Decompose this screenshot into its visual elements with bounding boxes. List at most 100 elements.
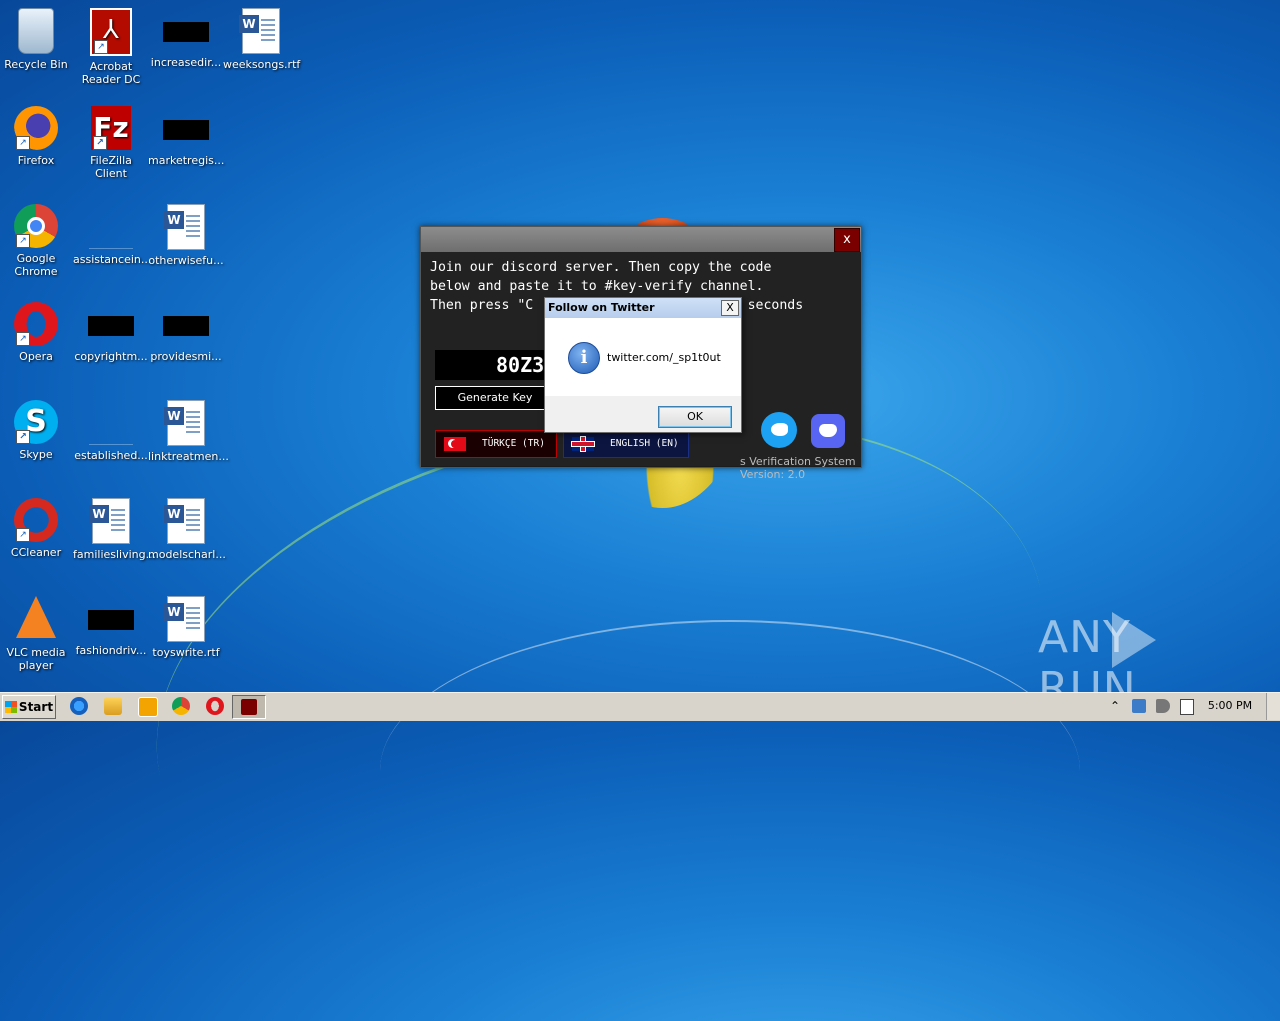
desktop-icon-label: linktreatmen... xyxy=(148,450,229,463)
desktop-icon-word-doc[interactable]: W modelscharl... xyxy=(148,498,226,561)
start-button[interactable]: Start xyxy=(2,695,56,719)
desktop-icon-recycle-bin[interactable]: Recycle Bin xyxy=(0,8,74,71)
desktop-icon-firefox[interactable]: ↗ Firefox xyxy=(0,106,74,167)
dialog-message: twitter.com/_sp1t0ut xyxy=(607,351,721,364)
desktop-icon-label: Google Chrome xyxy=(14,252,58,278)
uk-flag-icon xyxy=(572,437,594,451)
desktop-icon-file[interactable]: marketregis... xyxy=(148,106,224,167)
running-app-button[interactable] xyxy=(232,695,266,719)
window-titlebar[interactable]: x xyxy=(421,227,861,252)
action-center-flag-icon[interactable] xyxy=(1180,699,1194,715)
desktop-icon-label: VLC media player xyxy=(6,646,66,672)
ok-button[interactable]: OK xyxy=(658,406,732,428)
file-icon xyxy=(163,120,209,140)
media-player-icon[interactable] xyxy=(138,697,158,717)
desktop-icon-file[interactable]: increasedir... xyxy=(148,8,224,69)
generate-key-button[interactable]: Generate Key xyxy=(435,386,555,410)
desktop-icon-label: FileZilla Client xyxy=(90,154,132,180)
discord-icon[interactable] xyxy=(811,414,845,448)
language-turkish-button[interactable]: TÜRKÇE (TR) xyxy=(435,430,557,458)
system-info: s Verification System Version: 2.0 xyxy=(740,455,860,481)
desktop-icon-label: increasedir... xyxy=(150,56,222,69)
show-hidden-icons-arrow[interactable]: ⌃ xyxy=(1110,699,1124,713)
desktop-icon-label: CCleaner xyxy=(10,546,62,559)
desktop-icon-label: Recycle Bin xyxy=(4,58,68,71)
desktop-icon-word-doc[interactable]: W otherwisefu... xyxy=(148,204,224,267)
desktop-icon-acrobat-reader[interactable]: ⅄ ↗ Acrobat Reader DC xyxy=(73,8,149,86)
language-english-button[interactable]: ENGLISH (EN) xyxy=(563,430,689,458)
file-icon xyxy=(88,316,134,336)
file-icon xyxy=(89,414,133,445)
window-close-button[interactable]: x xyxy=(834,228,860,252)
file-explorer-icon[interactable] xyxy=(104,697,122,715)
taskbar-clock[interactable]: 5:00 PM xyxy=(1204,695,1256,717)
desktop-icon-label: Opera xyxy=(19,350,53,363)
wallpaper-swoosh-light xyxy=(380,620,1080,922)
desktop-icon-label: otherwisefu... xyxy=(148,254,224,267)
desktop-icon-file[interactable]: providesmi... xyxy=(148,302,224,363)
follow-twitter-dialog: Follow on Twitter X i twitter.com/_sp1t0… xyxy=(544,297,742,433)
turkey-flag-icon xyxy=(444,437,466,451)
desktop-icon-label: Acrobat Reader DC xyxy=(81,60,141,86)
desktop-icon-word-doc[interactable]: W linktreatmen... xyxy=(148,400,229,463)
dialog-close-button[interactable]: X xyxy=(721,300,739,316)
opera-icon: ↗ xyxy=(14,302,58,346)
network-icon[interactable] xyxy=(1132,699,1146,713)
desktop-icon-label: toyswrite.rtf xyxy=(152,646,220,659)
desktop-icon-ccleaner[interactable]: ↗ CCleaner xyxy=(0,498,74,559)
desktop-icon-label: marketregis... xyxy=(148,154,225,167)
vlc-cone-icon xyxy=(16,596,56,638)
twitter-icon[interactable] xyxy=(761,412,797,448)
desktop-icon-label: fashiondriv... xyxy=(75,644,147,657)
desktop-icon-google-chrome[interactable]: ↗ Google Chrome xyxy=(0,204,74,278)
acrobat-icon: ⅄ ↗ xyxy=(90,8,132,56)
dialog-title: Follow on Twitter xyxy=(548,301,655,314)
desktop-icon-word-doc[interactable]: W toyswrite.rtf xyxy=(148,596,224,659)
word-document-icon: W xyxy=(89,498,130,544)
volume-icon[interactable] xyxy=(1156,699,1170,713)
desktop-icon-filezilla[interactable]: Fz ↗ FileZilla Client xyxy=(73,106,149,180)
word-document-icon: W xyxy=(164,400,205,446)
file-icon xyxy=(88,610,134,630)
desktop-icon-label: Skype xyxy=(19,448,53,461)
desktop-icon-word-doc[interactable]: W familiesliving... xyxy=(73,498,156,561)
filezilla-icon: Fz ↗ xyxy=(91,106,131,150)
desktop-icon-opera[interactable]: ↗ Opera xyxy=(0,302,74,363)
word-document-icon: W xyxy=(164,204,205,250)
dialog-titlebar[interactable]: Follow on Twitter X xyxy=(545,298,741,318)
chrome-taskbar-icon[interactable] xyxy=(172,697,190,715)
watermark-play-icon xyxy=(1112,612,1156,668)
desktop-icon-label: familiesliving... xyxy=(73,548,157,561)
desktop-icon-label: assistancein... xyxy=(73,253,152,266)
system-tray: ⌃ xyxy=(1106,695,1196,717)
ccleaner-icon: ↗ xyxy=(14,498,58,542)
desktop-icon-file[interactable]: fashiondriv... xyxy=(73,596,149,657)
desktop-icon-label: Firefox xyxy=(17,154,55,167)
desktop-icon-label: providesmi... xyxy=(150,350,222,363)
desktop-icon-file[interactable]: assistancein... xyxy=(73,204,152,266)
file-icon xyxy=(89,218,133,249)
internet-explorer-icon[interactable] xyxy=(70,697,88,715)
desktop-icon-vlc[interactable]: VLC media player xyxy=(0,596,74,672)
firefox-icon: ↗ xyxy=(14,106,58,150)
opera-taskbar-icon[interactable] xyxy=(206,697,224,715)
start-label: Start xyxy=(18,700,54,714)
recycle-bin-icon xyxy=(18,8,54,54)
desktop-icon-skype[interactable]: S ↗ Skype xyxy=(0,400,74,461)
desktop-icon-label: copyrightm... xyxy=(74,350,148,363)
file-icon xyxy=(163,316,209,336)
dialog-content: i twitter.com/_sp1t0ut xyxy=(545,318,741,396)
system-name-label: s Verification System xyxy=(740,455,856,468)
word-document-icon: W xyxy=(164,596,205,642)
skype-icon: S ↗ xyxy=(14,400,58,444)
show-desktop-button[interactable] xyxy=(1266,693,1280,720)
taskbar: Start ⌃ 5:00 PM xyxy=(0,692,1280,721)
language-label: TÜRKÇE (TR) xyxy=(482,438,545,449)
chrome-icon: ↗ xyxy=(14,204,58,248)
language-label: ENGLISH (EN) xyxy=(610,438,679,449)
desktop-icon-file[interactable]: established... xyxy=(73,400,149,462)
desktop-icon-label: modelscharl... xyxy=(148,548,226,561)
desktop-icon-file[interactable]: copyrightm... xyxy=(73,302,149,363)
desktop-icon-label: established... xyxy=(74,449,148,462)
desktop-icon-word-doc[interactable]: W weeksongs.rtf xyxy=(223,8,300,71)
